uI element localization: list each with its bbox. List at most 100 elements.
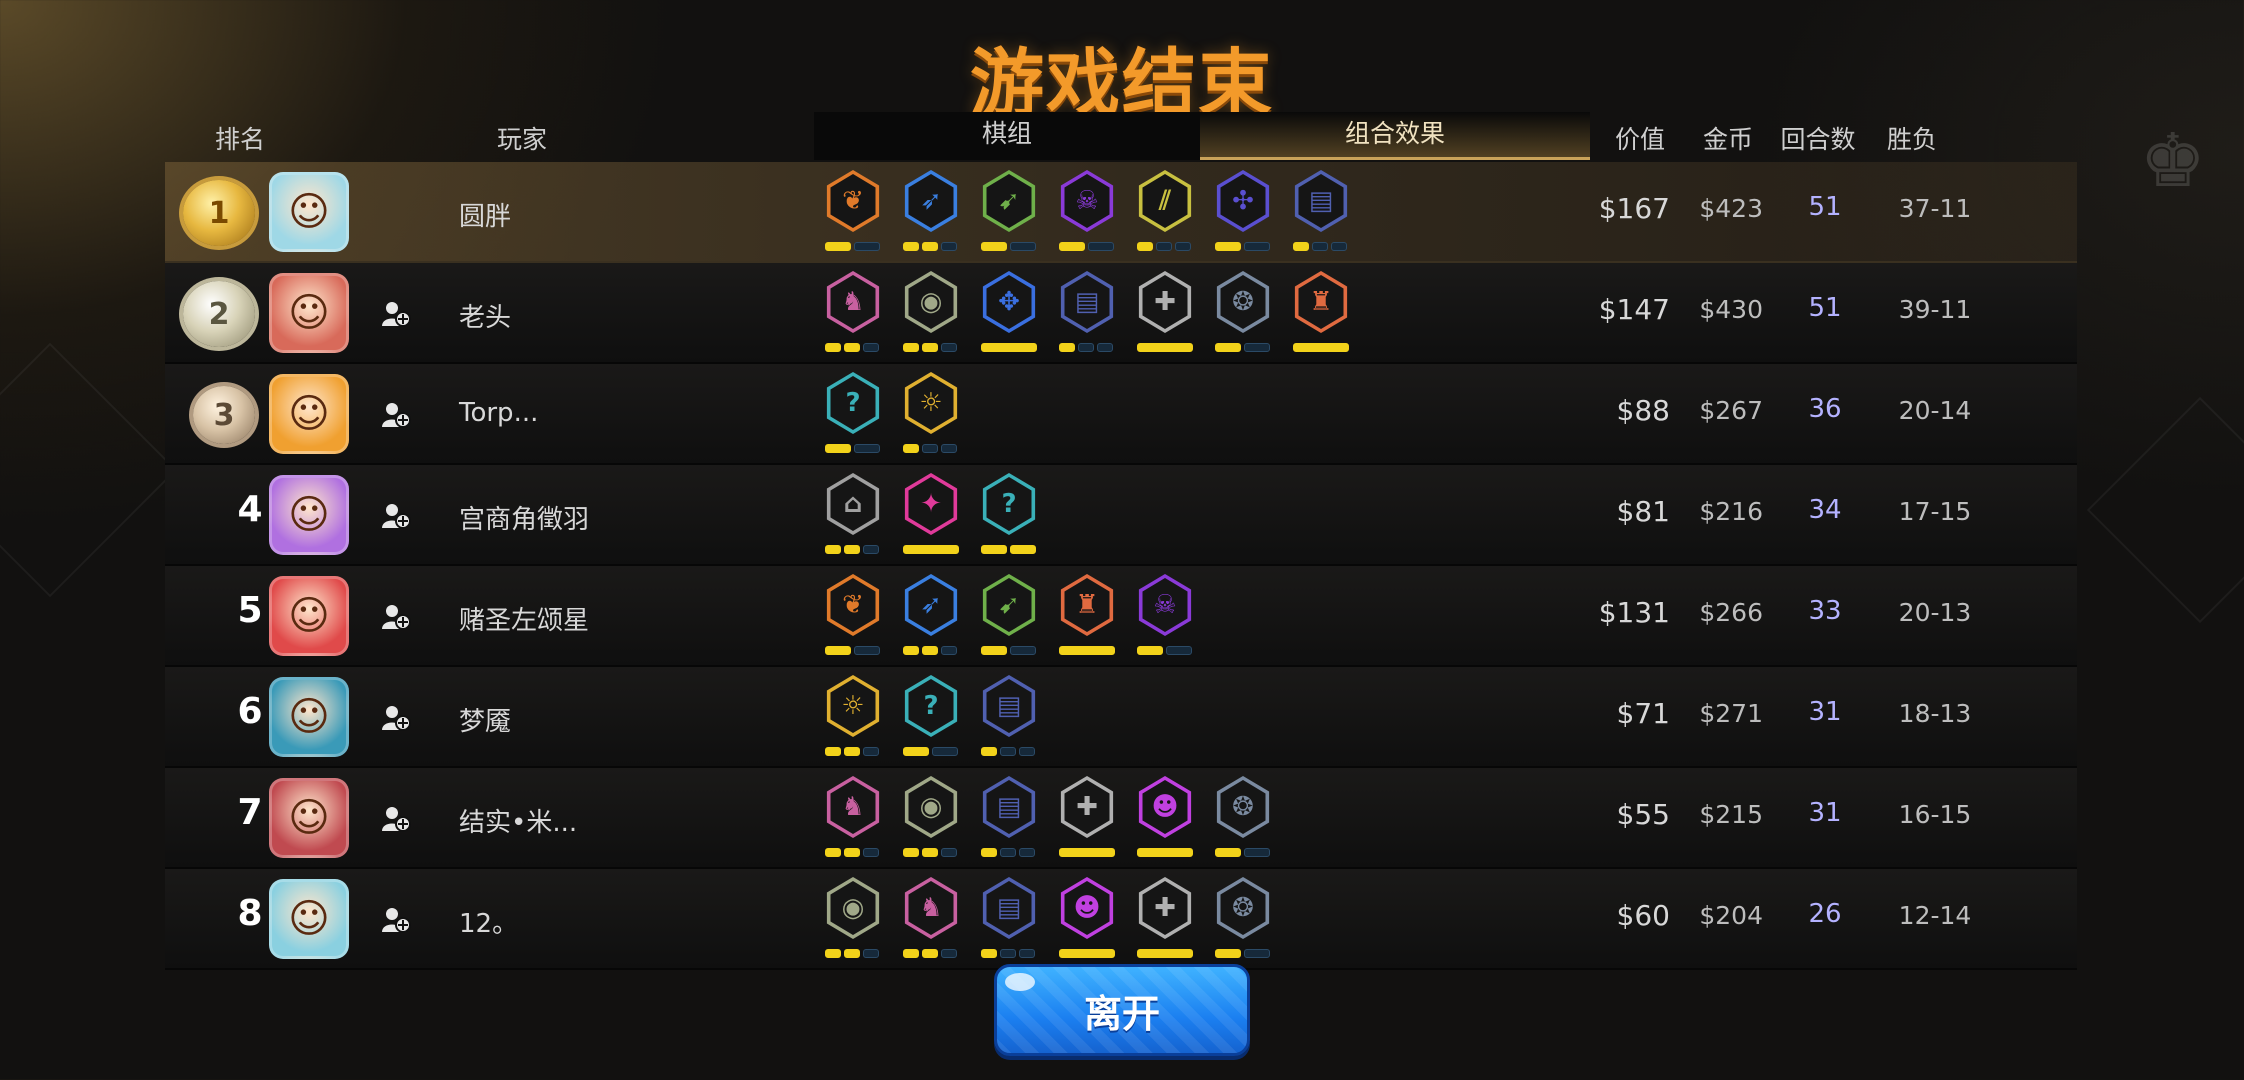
synergy-item[interactable]: ♜ [1055,574,1119,664]
synergy-item[interactable]: ❂ [1211,776,1275,866]
table-row[interactable]: 8 ☺ 12。 ◉ ♞ ▤ ☻ ✚ ❂ $60 $204 26 12-14 [165,869,2077,970]
avatar[interactable]: ☺ [269,475,349,555]
synergy-item[interactable]: ➹ [977,170,1041,260]
add-friend-icon[interactable] [379,398,413,432]
player-value: $147 [1598,293,1670,326]
synergy-item[interactable]: ☼ [899,372,963,462]
pip-inactive [1078,343,1094,352]
pip-active [922,646,938,655]
pip-active [1137,848,1193,857]
cross-icon: ✚ [1142,275,1188,329]
synergy-item[interactable]: ☠ [1055,170,1119,260]
leave-button[interactable]: 离开 [994,964,1250,1056]
pirate-hero-icon: ☺ [288,593,330,639]
table-row[interactable]: 7 ☺ 结实•米... ♞ ◉ ▤ ✚ ☻ ❂ $55 $215 31 16-15 [165,768,2077,869]
synergy-item[interactable]: ▤ [1289,170,1353,260]
avatar[interactable]: ☺ [269,677,349,757]
hook-rune-icon: ? [830,376,876,430]
avatar[interactable]: ☺ [269,273,349,353]
pip-active [903,949,919,958]
synergy-item[interactable]: ❦ [821,170,885,260]
add-friend-icon[interactable] [379,701,413,735]
pip-inactive [863,949,879,958]
tab-synergy[interactable]: 组合效果 [1200,112,1590,160]
synergy-level-pips [903,343,957,352]
synergy-item[interactable]: ? [821,372,885,462]
pip-active [903,747,929,756]
cross-icon: ✚ [1064,780,1110,834]
pip-active [1215,343,1241,352]
knight-icon: ♞ [908,881,954,935]
avatar[interactable]: ☺ [269,576,349,656]
leaf-icon: ❦ [830,578,876,632]
synergy-item[interactable]: ➶ [899,170,963,260]
synergy-item[interactable]: ✚ [1055,776,1119,866]
add-friend-icon[interactable] [379,903,413,937]
synergy-item[interactable]: ♞ [821,271,885,361]
player-name: 赌圣左颂星 [459,606,590,636]
add-friend-icon[interactable] [379,600,413,634]
table-row[interactable]: 5 ☺ 赌圣左颂星 ❦ ➶ ➹ ♜ ☠ $131 $266 33 20-13 [165,566,2077,667]
synergy-item[interactable]: ✦ [899,473,963,563]
table-row[interactable]: 3 ☺ Torp...? ☼ $88 $267 36 20-14 [165,364,2077,465]
pip-inactive [941,949,957,958]
pip-active [825,848,841,857]
synergy-item[interactable]: ◉ [899,271,963,361]
pip-active [1059,646,1115,655]
avatar[interactable]: ☺ [269,374,349,454]
pip-active [1059,848,1115,857]
synergy-item[interactable]: ♜ [1289,271,1353,361]
synergy-item[interactable]: ◉ [821,877,885,967]
synergy-item[interactable]: ✣ [1211,170,1275,260]
synergy-item[interactable]: ▤ [977,675,1041,765]
table-row[interactable]: 4 ☺ 宫商角徵羽 ⌂ ✦? $81 $216 34 17-15 [165,465,2077,566]
synergy-item[interactable]: ☻ [1133,776,1197,866]
pip-active [981,242,1007,251]
table-row[interactable]: 2 ☺ 老头 ♞ ◉ ✥ ▤ ✚ ❂ ♜ $147 $430 51 39-11 [165,263,2077,364]
pip-active [903,242,919,251]
add-friend-icon[interactable] [379,499,413,533]
synergy-item[interactable]: ⌂ [821,473,885,563]
synergy-level-pips [825,949,879,958]
avatar[interactable]: ☺ [269,879,349,959]
synergy-item[interactable]: ❂ [1211,271,1275,361]
synergy-item[interactable]: ✚ [1133,271,1197,361]
synergy-level-pips [825,343,879,352]
synergy-item[interactable]: ♞ [899,877,963,967]
synergy-item[interactable]: ? [899,675,963,765]
table-row[interactable]: 1 ☺ 圆胖 ❦ ➶ ➹ ☠ ⫽ ✣ ▤ $167 $423 51 37-11 [165,162,2077,263]
player-winloss: 37-11 [1898,194,1972,223]
synergy-item[interactable]: ☼ [821,675,885,765]
synergy-item[interactable]: ❂ [1211,877,1275,967]
table-row[interactable]: 6 ☺ 梦魇 ☼? ▤ $71 $271 31 18-13 [165,667,2077,768]
fairy-hero-icon: ☺ [288,492,330,538]
synergy-level-pips [981,949,1035,958]
avatar[interactable]: ☺ [269,778,349,858]
synergy-level-pips [1293,343,1349,352]
synergy-item[interactable]: ? [977,473,1041,563]
synergy-level-pips [1215,848,1270,857]
synergy-item[interactable]: ☻ [1055,877,1119,967]
synergy-item[interactable]: ☠ [1133,574,1197,664]
synergy-item[interactable]: ▤ [977,776,1041,866]
pip-active [825,343,841,352]
tab-pieces[interactable]: 棋组 [814,112,1200,160]
synergy-level-pips [903,747,958,756]
synergy-item[interactable]: ▤ [1055,271,1119,361]
synergy-level-pips [903,949,957,958]
penguin-icon: ◉ [908,780,954,834]
avatar[interactable]: ☺ [269,172,349,252]
leave-button-label: 离开 [1083,991,1160,1036]
synergy-item[interactable]: ▤ [977,877,1041,967]
synergy-item[interactable]: ♞ [821,776,885,866]
synergy-item[interactable]: ✚ [1133,877,1197,967]
synergy-item[interactable]: ◉ [899,776,963,866]
synergy-item[interactable]: ➶ [899,574,963,664]
synergy-item[interactable]: ⫽ [1133,170,1197,260]
synergy-item[interactable]: ➹ [977,574,1041,664]
add-friend-icon[interactable] [379,297,413,331]
synergy-item[interactable]: ✥ [977,271,1041,361]
add-friend-icon[interactable] [379,802,413,836]
synergy-item[interactable]: ❦ [821,574,885,664]
player-winloss: 12-14 [1898,901,1972,930]
